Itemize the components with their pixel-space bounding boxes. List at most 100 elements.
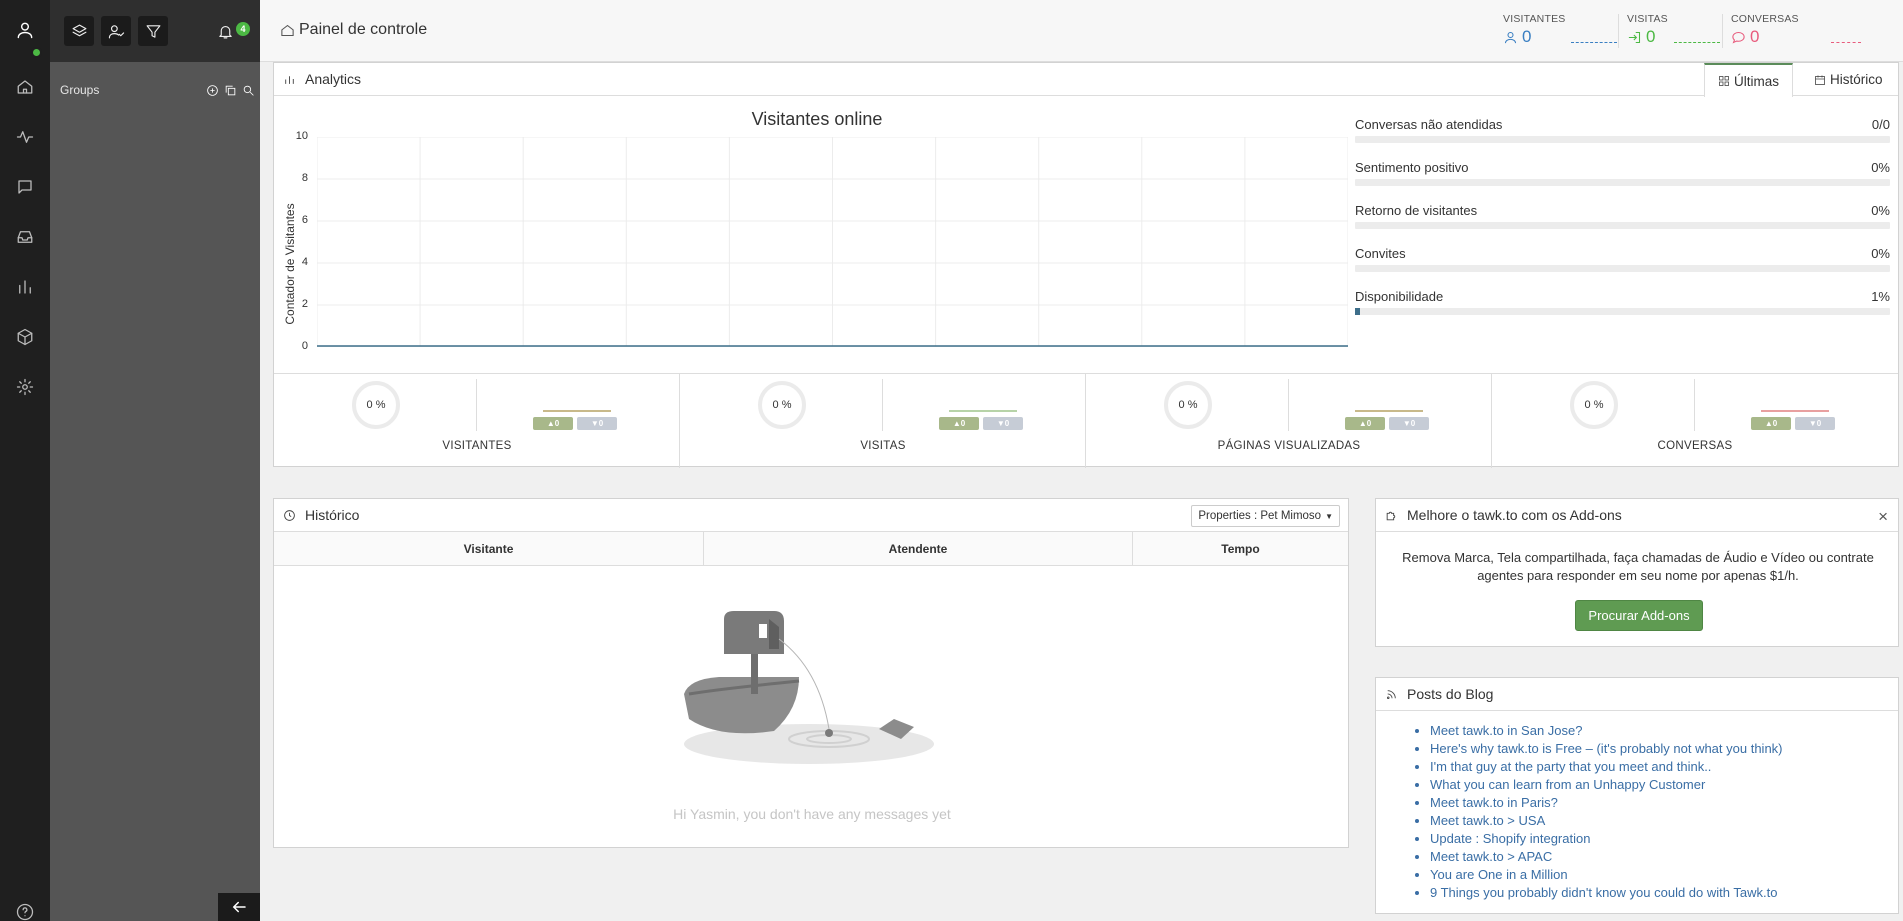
y-tick-label: 8: [301, 172, 308, 184]
close-icon[interactable]: ×: [1878, 507, 1888, 527]
analytics-header: Analytics Últimas Histórico: [274, 63, 1898, 97]
metric-value: 0%: [1871, 160, 1890, 175]
filter-value: Properties : Pet Mimoso: [1198, 510, 1322, 522]
empty-mailbox-boat-illustration: [684, 611, 934, 764]
panel-toolbar: 4: [50, 0, 260, 62]
stat-visitantes[interactable]: VISITANTES 0: [1503, 13, 1617, 49]
tab-historico[interactable]: Histórico: [1801, 63, 1896, 96]
metric-value: 0/0: [1871, 117, 1890, 132]
nav-inbox[interactable]: [0, 217, 50, 257]
nav-home[interactable]: [0, 67, 50, 107]
metric-label: Retorno de visitantes: [1355, 203, 1478, 218]
chart-plot: [317, 137, 1348, 347]
groups-panel: 4 Groups: [50, 0, 260, 921]
history-table-header: Visitante Atendente Tempo: [274, 532, 1348, 566]
online-status-dot: [31, 47, 42, 58]
history-header: Histórico Properties : Pet Mimoso ▼: [274, 499, 1348, 532]
cube-icon: [17, 328, 33, 346]
blog-post-link[interactable]: Meet tawk.to > APAC: [1430, 849, 1783, 867]
calendar-icon: [1815, 75, 1825, 85]
metric-conversas-nao-atendidas: Conversas não atendidas 0/0: [1355, 117, 1890, 132]
metric-value: 1%: [1871, 289, 1890, 304]
nav-addons[interactable]: [0, 317, 50, 357]
help-button[interactable]: [0, 903, 50, 921]
search-icon[interactable]: [242, 84, 255, 97]
arrow-left-icon: [232, 901, 246, 913]
activity-icon: [16, 131, 34, 143]
nav-monitoring[interactable]: [0, 117, 50, 157]
stat-value: 0: [1750, 27, 1760, 46]
bar-chart-icon: [285, 75, 294, 84]
add-circle-icon[interactable]: [206, 84, 219, 97]
stat-label: VISITANTES: [1503, 13, 1566, 25]
nav-messaging[interactable]: [0, 167, 50, 207]
rss-icon: [1386, 689, 1396, 699]
copy-icon[interactable]: [224, 84, 237, 97]
blog-post-link[interactable]: Meet tawk.to > USA: [1430, 813, 1783, 831]
bar-chart-icon: [19, 280, 31, 294]
metric-value: 0%: [1871, 246, 1890, 261]
layers-icon: [72, 24, 86, 36]
sparkline: [1674, 42, 1720, 43]
addons-panel: Melhore o tawk.to com os Add-ons × Remov…: [1375, 498, 1899, 647]
analytics-title: Analytics: [305, 71, 362, 87]
collapse-panel-button[interactable]: [218, 893, 260, 921]
profile-avatar[interactable]: [0, 10, 50, 58]
kpi-up-pill: ▲ 0: [939, 417, 979, 430]
y-tick-label: 4: [301, 256, 308, 268]
kpi-trendline: [949, 410, 1017, 412]
filter-button[interactable]: [138, 16, 168, 46]
stat-conversas[interactable]: CONVERSAS 0: [1731, 13, 1861, 49]
stat-label: CONVERSAS: [1731, 13, 1799, 25]
layers-button[interactable]: [64, 16, 94, 46]
kpi-up-pill: ▲ 0: [533, 417, 573, 430]
metric-convites: Convites 0%: [1355, 246, 1890, 261]
user-check-icon: [108, 24, 124, 38]
filter-icon: [146, 24, 160, 38]
blog-panel: Posts do Blog Meet tawk.to in San Jose? …: [1375, 677, 1899, 914]
column-header[interactable]: Atendente: [704, 532, 1133, 565]
nav-reporting[interactable]: [0, 267, 50, 307]
tab-ultimas[interactable]: Últimas: [1704, 63, 1794, 97]
history-panel: Histórico Properties : Pet Mimoso ▼ Visi…: [273, 498, 1349, 848]
y-tick-label: 2: [301, 298, 308, 310]
metric-label: Convites: [1355, 246, 1406, 261]
stat-visitas[interactable]: VISITAS 0: [1627, 13, 1720, 49]
kpi-ring: 0 %: [1570, 381, 1618, 429]
tab-label: Histórico: [1830, 72, 1883, 87]
y-tick-label: 6: [301, 214, 308, 226]
kpi-trendline: [1761, 410, 1829, 412]
blog-post-link[interactable]: I'm that guy at the party that you meet …: [1430, 759, 1783, 777]
metric-label: Disponibilidade: [1355, 289, 1444, 304]
divider: [1618, 14, 1619, 48]
user-icon: [17, 22, 33, 39]
metrics-list: Conversas não atendidas 0/0 Sentimento p…: [1355, 97, 1890, 359]
user-icon: [1504, 31, 1517, 43]
browse-addons-button[interactable]: Procurar Add-ons: [1575, 600, 1703, 631]
metric-bar: [1355, 265, 1890, 272]
blog-post-link[interactable]: What you can learn from an Unhappy Custo…: [1430, 777, 1783, 795]
kpi-name: PÁGINAS VISUALIZADAS: [1217, 440, 1361, 452]
kpi-ring: 0 %: [1164, 381, 1212, 429]
empty-state-message: Hi Yasmin, you don't have any messages y…: [673, 806, 951, 822]
sign-in-icon: [1628, 31, 1641, 43]
column-header[interactable]: Tempo: [1133, 532, 1348, 565]
blog-post-link[interactable]: Meet tawk.to in Paris?: [1430, 795, 1783, 813]
blog-post-link[interactable]: You are One in a Million: [1430, 867, 1783, 885]
blog-post-link[interactable]: Update : Shopify integration: [1430, 831, 1783, 849]
blog-post-link[interactable]: Meet tawk.to in San Jose?: [1430, 723, 1783, 741]
blog-post-link[interactable]: 9 Things you probably didn't know you co…: [1430, 885, 1783, 903]
metric-bar: [1355, 136, 1890, 143]
user-check-button[interactable]: [101, 16, 131, 46]
analytics-panel: Analytics Últimas Histórico Visitantes o…: [273, 62, 1899, 468]
kpi-visitas: 0 % ▲ 0 ▼ 0 VISITAS: [680, 374, 1086, 468]
property-filter-dropdown[interactable]: Properties : Pet Mimoso ▼: [1191, 505, 1340, 527]
blog-post-link[interactable]: Here's why tawk.to is Free – (it's proba…: [1430, 741, 1783, 759]
page-title-text: Painel de controle: [299, 21, 428, 38]
kpi-visitantes: 0 % ▲ 0 ▼ 0 VISITANTES: [274, 374, 680, 468]
column-header[interactable]: Visitante: [274, 532, 704, 565]
nav-settings[interactable]: [0, 367, 50, 407]
clock-icon: [284, 509, 295, 521]
blog-post-list: Meet tawk.to in San Jose? Here's why taw…: [1430, 723, 1783, 903]
kpi-down-pill: ▼ 0: [577, 417, 617, 430]
